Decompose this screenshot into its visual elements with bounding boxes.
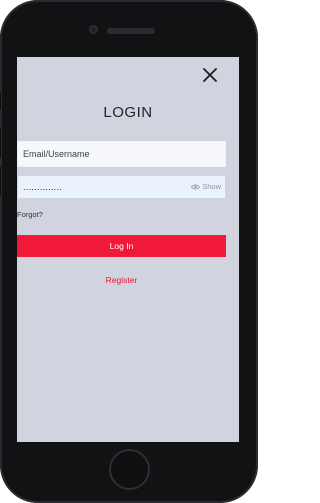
- login-screen: LOGIN Efirbet .............. Show Forgot…: [17, 57, 239, 442]
- eye-icon: [191, 184, 201, 189]
- home-button[interactable]: [109, 449, 150, 490]
- forgot-password-link[interactable]: Forgot?: [17, 210, 43, 219]
- side-button: [0, 92, 1, 110]
- username-field[interactable]: [17, 141, 226, 167]
- close-button[interactable]: [203, 68, 217, 82]
- login-button[interactable]: Log In: [17, 235, 226, 257]
- volume-up-button: [0, 128, 1, 158]
- register-link[interactable]: Register: [17, 275, 226, 285]
- username-input[interactable]: [23, 149, 173, 159]
- show-password-toggle[interactable]: Show: [191, 182, 221, 191]
- front-camera: [89, 25, 98, 34]
- show-label: Show: [202, 182, 221, 191]
- password-field[interactable]: .............. Show: [17, 175, 226, 199]
- speaker-grille: [107, 28, 155, 34]
- phone-frame: LOGIN Efirbet .............. Show Forgot…: [0, 0, 258, 503]
- page-title: LOGIN: [103, 104, 153, 121]
- volume-down-button: [0, 166, 1, 196]
- password-value[interactable]: ..............: [23, 182, 62, 192]
- close-icon: [203, 68, 217, 82]
